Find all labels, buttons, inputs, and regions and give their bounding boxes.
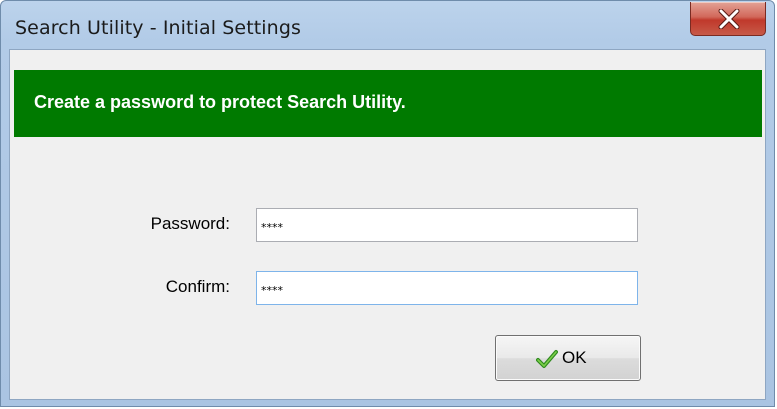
password-field[interactable] <box>256 208 638 242</box>
ok-button-label: OK <box>562 348 587 367</box>
title-bar[interactable]: Search Utility - Initial Settings <box>1 1 776 49</box>
close-button[interactable] <box>690 2 766 36</box>
dialog-window: Search Utility - Initial Settings <box>0 0 775 407</box>
header-banner: Create a password to protect Search Util… <box>14 70 762 137</box>
password-label: Password: <box>150 214 230 233</box>
confirm-field[interactable] <box>256 271 638 305</box>
window-title: Search Utility - Initial Settings <box>15 17 301 39</box>
close-icon <box>718 9 740 29</box>
banner-message: Create a password to protect Search Util… <box>34 92 406 112</box>
confirm-label: Confirm: <box>165 277 230 296</box>
checkmark-icon <box>536 350 558 368</box>
ok-button[interactable]: OK <box>495 335 641 381</box>
